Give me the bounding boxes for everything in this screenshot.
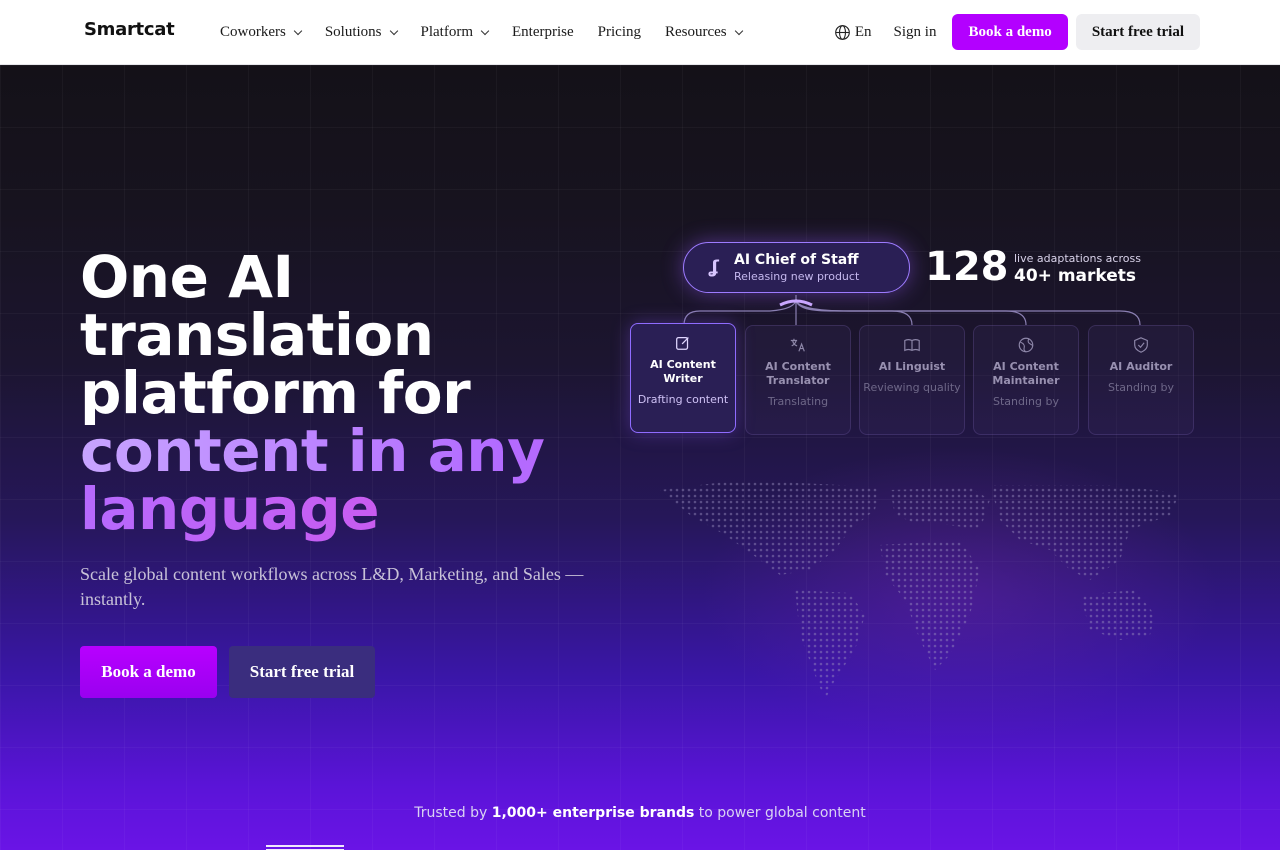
- smartcat-logo[interactable]: Smartcat: [84, 19, 175, 40]
- nav-solutions-label: Solutions: [324, 23, 382, 40]
- adaptations-count: 128: [925, 244, 1009, 290]
- agent-card-auditor[interactable]: AI Auditor Standing by: [1088, 325, 1194, 435]
- trusted-by-text: Trusted by 1,000+ enterprise brands to p…: [0, 805, 1280, 821]
- sign-in-link[interactable]: Sign in: [894, 24, 937, 41]
- agent-status: Standing by: [993, 395, 1059, 408]
- nav-resources-label: Resources: [665, 23, 727, 40]
- hero-headline: One AI translation platform for content …: [80, 248, 640, 538]
- headline-gradient-text: content in any language: [80, 417, 545, 543]
- trusted-suffix: to power global content: [694, 805, 866, 821]
- hero-subtitle: Scale global content workflows across L&…: [80, 564, 584, 609]
- nav-pricing[interactable]: Pricing: [598, 24, 641, 41]
- agent-status: Translating: [767, 395, 829, 408]
- nav-coworkers[interactable]: Coworkers: [220, 23, 303, 41]
- dotted-world-map: [660, 480, 1180, 700]
- nav-platform[interactable]: Platform: [420, 23, 490, 41]
- agent-card-content-maintainer[interactable]: AI Content Maintainer Standing by: [973, 325, 1079, 435]
- nav-pricing-label: Pricing: [597, 23, 641, 40]
- agent-card-content-writer[interactable]: AI Content Writer Drafting content: [630, 323, 736, 433]
- globe-icon: [835, 24, 850, 40]
- language-label: En: [854, 23, 872, 40]
- nav-book-demo-button[interactable]: Book a demo: [952, 14, 1068, 50]
- chevron-down-icon: [480, 26, 490, 35]
- ibm-logo: [266, 845, 344, 850]
- markets-label: 40+ markets: [1014, 266, 1137, 286]
- hero-section: One AI translation platform for content …: [0, 65, 1280, 850]
- nav-resources[interactable]: Resources: [665, 23, 743, 41]
- nav-solutions[interactable]: Solutions: [324, 23, 398, 41]
- agent-title: AI Content Writer: [650, 358, 716, 385]
- chevron-down-icon: [293, 26, 303, 35]
- nav-links: Coworkers Solutions Platform Enterprise …: [220, 0, 766, 64]
- trusted-prefix: Trusted by: [414, 805, 492, 821]
- translate-icon: [790, 338, 805, 352]
- hero-start-trial-button[interactable]: Start free trial: [229, 646, 375, 698]
- agent-status: Drafting content: [637, 393, 729, 406]
- nav-enterprise-label: Enterprise: [512, 23, 574, 40]
- chief-title: AI Chief of Staff: [734, 252, 859, 268]
- nav-platform-label: Platform: [420, 23, 474, 40]
- language-selector[interactable]: En: [834, 24, 872, 41]
- agent-card-content-translator[interactable]: AI Content Translator Translating: [745, 325, 851, 435]
- nav-actions: En Sign in Book a demo Start free trial: [834, 14, 1200, 50]
- smartcat-logo-icon: ʆ: [709, 257, 719, 278]
- nav-start-trial-button[interactable]: Start free trial: [1075, 14, 1200, 50]
- top-nav: Smartcat Coworkers Solutions Platform En…: [0, 0, 1280, 65]
- agent-status: Standing by: [1108, 381, 1174, 394]
- headline-white-text: One AI translation platform for: [80, 243, 471, 427]
- agent-title: AI Auditor: [1109, 360, 1173, 373]
- nav-coworkers-label: Coworkers: [220, 23, 286, 40]
- trusted-highlight: 1,000+ enterprise brands: [491, 805, 695, 821]
- chief-of-staff-pill[interactable]: ʆ AI Chief of Staff Releasing new produc…: [683, 242, 910, 293]
- agent-title: AI Content Maintainer: [992, 360, 1060, 387]
- chevron-down-icon: [734, 26, 743, 35]
- agent-title: AI Content Translator: [765, 360, 831, 387]
- nav-enterprise[interactable]: Enterprise: [512, 24, 574, 41]
- agent-title: AI Linguist: [878, 360, 946, 373]
- adaptations-label: live adaptations across: [1014, 252, 1141, 265]
- agent-status: Reviewing quality: [863, 381, 961, 394]
- edit-icon: [676, 336, 689, 350]
- agent-card-linguist[interactable]: AI Linguist Reviewing quality: [859, 325, 965, 435]
- hero-book-demo-button[interactable]: Book a demo: [80, 646, 217, 698]
- chief-status: Releasing new product: [734, 270, 860, 283]
- globe-icon: [1018, 337, 1034, 353]
- shield-check-icon: [1134, 337, 1148, 353]
- book-icon: [904, 339, 920, 352]
- chevron-down-icon: [389, 26, 398, 35]
